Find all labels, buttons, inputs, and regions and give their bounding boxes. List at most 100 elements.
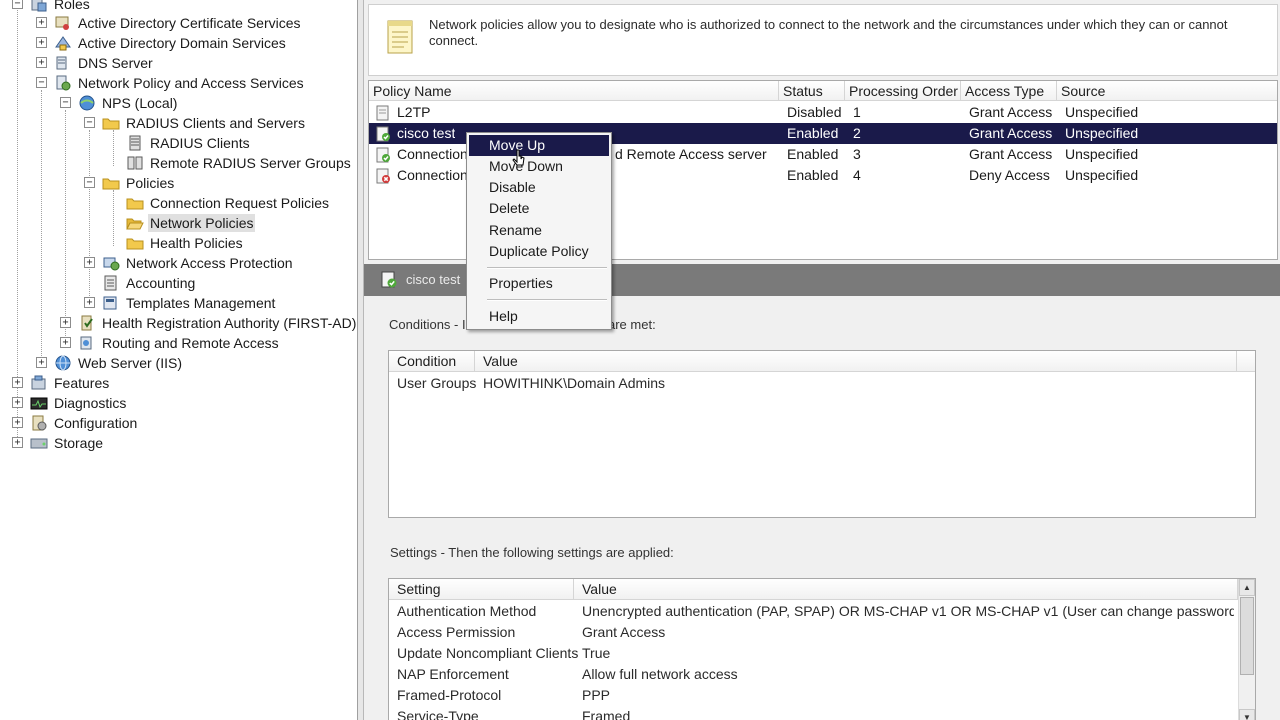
tree-item-policies[interactable]: − Policies <box>84 173 176 193</box>
tree-item-radius-clients[interactable]: RADIUS Clients <box>108 133 252 153</box>
scroll-down-arrow-icon[interactable]: ▼ <box>1239 709 1255 720</box>
tree-item-health-registration-authority[interactable]: + Health Registration Authority (FIRST-A… <box>60 313 357 333</box>
menu-item-help[interactable]: Help <box>469 306 609 327</box>
tree-label: RADIUS Clients <box>150 135 250 151</box>
expand-icon[interactable]: + <box>12 397 23 408</box>
setting-row[interactable]: Access Permission Grant Access <box>389 622 1255 643</box>
settings-header: Setting Value <box>389 579 1255 600</box>
column-source[interactable]: Source <box>1057 81 1279 101</box>
setting-row[interactable]: NAP Enforcement Allow full network acces… <box>389 664 1255 685</box>
policy-name: Connections <box>397 146 475 162</box>
conditions-header: Condition Value <box>389 351 1255 372</box>
collapse-icon[interactable]: − <box>84 117 95 128</box>
expand-icon[interactable]: + <box>60 317 71 328</box>
accounting-icon <box>102 275 120 291</box>
tree-label: Active Directory Certificate Services <box>78 15 301 31</box>
menu-item-disable[interactable]: Disable <box>469 177 609 198</box>
scroll-up-arrow-icon[interactable]: ▲ <box>1239 579 1255 596</box>
menu-item-rename[interactable]: Rename <box>469 220 609 241</box>
expand-icon[interactable]: + <box>60 337 71 348</box>
menu-item-move-up[interactable]: Move Up <box>469 135 609 156</box>
condition-row[interactable]: User Groups HOWITHINK\Domain Admins <box>389 373 1255 394</box>
expand-icon[interactable]: + <box>36 57 47 68</box>
expand-icon[interactable]: + <box>36 357 47 368</box>
column-value[interactable]: Value <box>574 579 1238 600</box>
column-value[interactable]: Value <box>475 351 1237 372</box>
tree-item-ad-certificate-services[interactable]: + Active Directory Certificate Services <box>36 13 303 33</box>
menu-item-delete[interactable]: Delete <box>469 198 609 219</box>
tree-item-health-policies[interactable]: Health Policies <box>108 233 245 253</box>
expand-icon[interactable]: + <box>12 417 23 428</box>
tree-item-features[interactable]: + Features <box>12 373 111 393</box>
tree-item-dns-server[interactable]: + DNS Server <box>36 53 155 73</box>
column-policy-name[interactable]: Policy Name <box>369 81 779 101</box>
tree-item-remote-radius-server-groups[interactable]: Remote RADIUS Server Groups <box>108 153 353 173</box>
tree-item-web-server-iis[interactable]: + Web Server (IIS) <box>36 353 184 373</box>
tree-label: Health Policies <box>150 235 243 251</box>
tree-item-configuration[interactable]: + Configuration <box>12 413 139 433</box>
tree-item-ad-domain-services[interactable]: + Active Directory Domain Services <box>36 33 288 53</box>
column-access-type[interactable]: Access Type <box>961 81 1057 101</box>
folder-icon <box>102 175 120 191</box>
tree-item-connection-request-policies[interactable]: Connection Request Policies <box>108 193 331 213</box>
conditions-grid[interactable]: Condition Value User Groups HOWITHINK\Do… <box>388 350 1256 518</box>
dns-server-icon <box>54 55 72 71</box>
setting-row[interactable]: Update Noncompliant Clients True <box>389 643 1255 664</box>
context-menu[interactable]: Move Up Move Down Disable Delete Rename … <box>466 132 612 330</box>
setting-value: True <box>582 645 611 661</box>
tree-item-network-policy-access-services[interactable]: − Network Policy and Access Services <box>36 73 306 93</box>
column-setting[interactable]: Setting <box>389 579 574 600</box>
collapse-icon[interactable]: − <box>36 77 47 88</box>
tree-label: Network Policies <box>148 214 256 232</box>
tree-item-radius-clients-servers[interactable]: − RADIUS Clients and Servers <box>84 113 307 133</box>
tree-item-network-policies[interactable]: Network Policies <box>108 213 256 233</box>
settings-scrollbar[interactable]: ▲ ▼ <box>1238 579 1255 720</box>
tree-item-diagnostics[interactable]: + Diagnostics <box>12 393 128 413</box>
expand-icon[interactable]: + <box>12 437 23 448</box>
policy-access-type: Grant Access <box>969 104 1053 120</box>
expand-icon[interactable]: + <box>84 257 95 268</box>
collapse-icon[interactable]: − <box>84 177 95 188</box>
policy-name-tail: d Remote Access server <box>615 146 767 162</box>
setting-row[interactable]: Framed-Protocol PPP <box>389 685 1255 706</box>
tree-item-templates-management[interactable]: + Templates Management <box>84 293 277 313</box>
column-processing-order[interactable]: Processing Order <box>845 81 961 101</box>
expand-icon[interactable]: + <box>36 17 47 28</box>
setting-value: Allow full network access <box>582 666 738 682</box>
collapse-icon[interactable]: − <box>12 0 23 9</box>
policy-name: L2TP <box>397 104 431 120</box>
column-status[interactable]: Status <box>779 81 845 101</box>
policy-status: Enabled <box>787 125 839 141</box>
radius-server-groups-icon <box>126 155 144 171</box>
tree-item-storage[interactable]: + Storage <box>12 433 105 453</box>
expand-icon[interactable]: + <box>12 377 23 388</box>
expand-icon[interactable]: + <box>36 37 47 48</box>
storage-icon <box>30 435 48 451</box>
tree-item-routing-remote-access[interactable]: + Routing and Remote Access <box>60 333 281 353</box>
condition-value: HOWITHINK\Domain Admins <box>483 375 666 391</box>
network-policy-icon <box>54 75 72 91</box>
collapse-icon[interactable]: − <box>60 97 71 108</box>
setting-value: Unencrypted authentication (PAP, SPAP) O… <box>582 603 1234 619</box>
menu-item-properties[interactable]: Properties <box>469 273 609 294</box>
tree-label: Connection Request Policies <box>150 195 329 211</box>
tree-label: Network Access Protection <box>126 255 293 271</box>
menu-item-duplicate-policy[interactable]: Duplicate Policy <box>469 241 609 262</box>
scrollbar-thumb[interactable] <box>1240 597 1254 675</box>
settings-grid[interactable]: Setting Value Authentication Method Unen… <box>388 578 1256 720</box>
setting-row[interactable]: Service-Type Framed <box>389 706 1255 720</box>
tree-item-nps-local[interactable]: − NPS (Local) <box>60 93 179 113</box>
tree-item-accounting[interactable]: Accounting <box>84 273 197 293</box>
console-tree[interactable]: − Roles + Active Directory Certificate S… <box>0 0 358 720</box>
setting-row[interactable]: Authentication Method Unencrypted authen… <box>389 601 1255 622</box>
policy-row[interactable]: L2TP Disabled 1 Grant Access Unspecified <box>369 102 1277 123</box>
setting-value: Framed <box>582 708 631 720</box>
expand-icon[interactable]: + <box>84 297 95 308</box>
menu-item-move-down[interactable]: Move Down <box>469 156 609 177</box>
policy-disabled-icon <box>375 105 391 121</box>
tree-item-network-access-protection[interactable]: + Network Access Protection <box>84 253 295 273</box>
column-condition[interactable]: Condition <box>389 351 475 372</box>
tree-item-roles[interactable]: − Roles <box>12 0 92 14</box>
folder-open-icon <box>126 215 144 231</box>
setting-value: Grant Access <box>582 624 666 640</box>
